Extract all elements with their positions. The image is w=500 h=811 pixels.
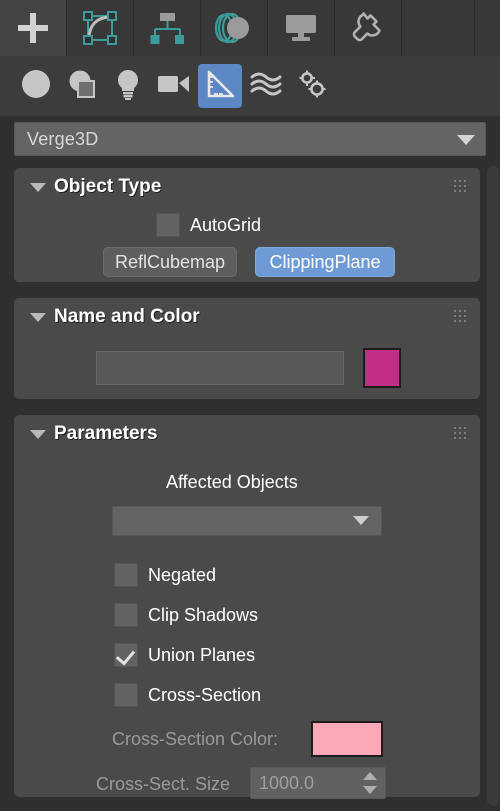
rollout-name-and-color-header[interactable]: Name and Color <box>14 298 480 336</box>
gears-icon <box>296 68 328 105</box>
category-space-warps[interactable] <box>244 64 288 108</box>
checkbox-union-planes-label: Union Planes <box>148 644 256 665</box>
hierarchy-icon <box>149 11 185 45</box>
grip-dots-icon[interactable] <box>454 310 468 324</box>
rollout-parameters: Parameters Affected Objects Negated Clip… <box>14 415 480 799</box>
wrench-icon <box>351 11 385 45</box>
chevron-down-icon <box>353 516 369 525</box>
spinner-arrows-icon[interactable] <box>363 772 377 794</box>
category-systems[interactable] <box>290 64 334 108</box>
checkbox-clip-shadows-label: Clip Shadows <box>148 604 259 625</box>
tab-modify[interactable] <box>67 0 134 56</box>
button-reflcubemap[interactable]: ReflCubemap <box>103 247 237 277</box>
checkbox-clip-shadows[interactable]: Clip Shadows <box>114 603 258 627</box>
checkbox-autogrid[interactable]: AutoGrid <box>156 213 261 237</box>
checkbox-union-planes-box[interactable] <box>114 643 138 667</box>
affected-objects-label: Affected Objects <box>166 472 298 492</box>
checkbox-negated-label: Negated <box>148 564 217 585</box>
checkbox-union-planes[interactable]: Union Planes <box>114 643 255 667</box>
grip-dots-icon[interactable] <box>454 180 468 194</box>
affected-objects-combo[interactable] <box>112 506 382 536</box>
button-clippingplane[interactable]: ClippingPlane <box>255 247 395 277</box>
rollout-name-and-color: Name and Color <box>14 298 480 399</box>
cross-section-size-label: Cross-Sect. Size <box>96 774 231 794</box>
button-reflcubemap-label: ReflCubemap <box>114 251 226 272</box>
shapes-icon <box>66 68 98 105</box>
checkbox-cross-section-label: Cross-Section <box>148 684 262 705</box>
tab-hierarchy[interactable] <box>134 0 201 56</box>
object-color-swatch[interactable] <box>363 348 401 388</box>
button-clippingplane-label: ClippingPlane <box>269 251 381 272</box>
motion-circles-icon <box>215 11 253 45</box>
camera-icon <box>157 72 191 101</box>
display-monitor-icon <box>283 13 319 43</box>
tab-create[interactable] <box>0 0 67 56</box>
checkbox-autogrid-label: AutoGrid <box>190 214 262 235</box>
sphere-icon <box>20 68 52 105</box>
checkbox-cross-section-box[interactable] <box>114 683 138 707</box>
rollout-object-type-title: Object Type <box>54 176 162 197</box>
category-cameras[interactable] <box>152 64 196 108</box>
grip-dots-icon[interactable] <box>454 427 468 441</box>
category-lights[interactable] <box>106 64 150 108</box>
tabstrip-right-gap <box>474 0 500 56</box>
cross-section-color-swatch[interactable] <box>311 721 383 757</box>
collapse-arrow-icon[interactable] <box>30 430 46 439</box>
collapse-arrow-icon[interactable] <box>30 313 46 322</box>
category-helpers[interactable] <box>198 64 242 108</box>
category-geometry[interactable] <box>14 64 58 108</box>
rollout-object-type: Object Type AutoGrid ReflCubemap Clippin… <box>14 168 480 282</box>
category-shapes[interactable] <box>60 64 104 108</box>
cross-section-size-value: 1000.0 <box>259 772 315 793</box>
tab-utilities[interactable] <box>335 0 402 56</box>
object-category-combo[interactable]: Verge3D <box>14 122 486 156</box>
checkbox-negated-box[interactable] <box>114 563 138 587</box>
cross-section-color-label: Cross-Section Color: <box>112 729 279 749</box>
command-panel-tabstrip <box>0 0 500 56</box>
rollout-name-and-color-title: Name and Color <box>54 306 200 327</box>
cross-section-size-spinner[interactable]: 1000.0 <box>250 767 386 799</box>
checkbox-negated[interactable]: Negated <box>114 563 216 587</box>
modify-curve-icon <box>82 10 118 46</box>
plus-icon <box>15 10 51 46</box>
chevron-down-icon <box>457 135 475 145</box>
checkbox-cross-section[interactable]: Cross-Section <box>114 683 261 707</box>
command-panel: Verge3D Object Type AutoGrid ReflCubemap… <box>0 0 500 811</box>
tab-motion[interactable] <box>201 0 268 56</box>
triangle-ruler-icon <box>205 69 235 104</box>
lightbulb-icon <box>113 68 143 105</box>
rollout-parameters-header[interactable]: Parameters <box>14 415 480 453</box>
waves-icon <box>250 70 282 103</box>
rollout-object-type-header[interactable]: Object Type <box>14 168 480 206</box>
checkbox-clip-shadows-box[interactable] <box>114 603 138 627</box>
rollout-parameters-title: Parameters <box>54 423 158 444</box>
panel-scrollbar-thumb[interactable] <box>487 166 499 806</box>
checkbox-autogrid-box[interactable] <box>156 213 180 237</box>
tab-display[interactable] <box>268 0 335 56</box>
object-category-row <box>0 56 500 116</box>
object-category-combo-value: Verge3D <box>27 128 99 149</box>
object-name-input[interactable] <box>96 351 344 385</box>
collapse-arrow-icon[interactable] <box>30 183 46 192</box>
